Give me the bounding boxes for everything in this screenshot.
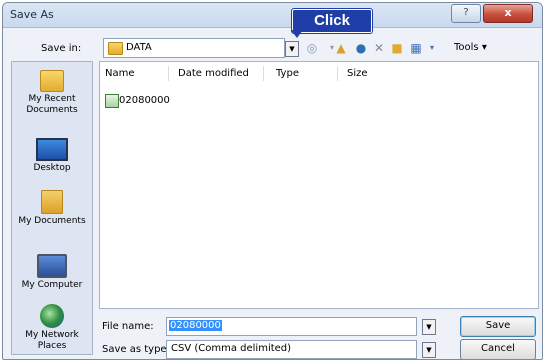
place-desktop[interactable]: Desktop — [12, 138, 92, 174]
file-name-text: 02080000 — [119, 95, 170, 106]
up-folder-icon[interactable]: ▲ — [334, 41, 348, 55]
save-button[interactable]: Save — [460, 316, 536, 337]
tools-menu-button[interactable]: Tools ▾ — [454, 42, 487, 53]
file-name-input[interactable]: 02080000 — [166, 317, 417, 336]
my-documents-icon — [41, 190, 63, 214]
column-header-name[interactable]: Name — [105, 68, 135, 79]
file-name-value: 02080000 — [169, 320, 222, 331]
tools-label: Tools — [454, 42, 479, 53]
file-list[interactable]: Name Date modified Type Size 02080000 — [99, 61, 539, 309]
column-header-size[interactable]: Size — [347, 68, 368, 79]
column-divider[interactable] — [337, 66, 338, 81]
dialog-title: Save As — [10, 8, 54, 21]
views-icon[interactable]: ▦ — [409, 41, 423, 55]
place-my-network-places[interactable]: My Network Places — [12, 304, 92, 352]
chevron-down-icon: ▾ — [481, 42, 487, 53]
save-in-label: Save in: — [41, 43, 82, 54]
file-name-dropdown-arrow[interactable]: ▼ — [422, 319, 436, 335]
place-label: My Network Places — [25, 330, 79, 351]
save-in-dropdown-arrow[interactable]: ▼ — [285, 41, 299, 57]
place-label: My Recent Documents — [26, 94, 78, 115]
place-my-recent-documents[interactable]: My Recent Documents — [12, 70, 92, 116]
save-in-combobox[interactable]: DATA — [103, 38, 285, 58]
file-name-label: File name: — [102, 321, 154, 332]
help-button[interactable]: ? — [451, 4, 481, 23]
place-label: My Computer — [21, 280, 83, 290]
column-divider[interactable] — [168, 66, 169, 81]
network-globe-icon — [40, 304, 64, 328]
place-my-documents[interactable]: My Documents — [12, 190, 92, 227]
save-in-value: DATA — [126, 42, 152, 53]
click-callout: Click — [292, 9, 372, 33]
cancel-button[interactable]: Cancel — [460, 339, 536, 359]
new-folder-icon[interactable]: ■ — [390, 41, 404, 55]
views-dropdown-icon[interactable]: ▾ — [425, 41, 439, 55]
save-as-type-select[interactable]: CSV (Comma delimited) — [166, 340, 417, 359]
place-label: My Documents — [18, 216, 86, 226]
recent-documents-icon — [40, 70, 64, 92]
place-my-computer[interactable]: My Computer — [12, 254, 92, 291]
places-bar: My Recent Documents Desktop My Documents… — [11, 61, 93, 355]
csv-file-icon — [105, 94, 119, 108]
close-button[interactable]: x — [483, 4, 533, 23]
place-label: Desktop — [33, 163, 71, 173]
save-as-type-value: CSV (Comma delimited) — [171, 343, 292, 354]
back-icon[interactable]: ◎ — [305, 41, 319, 55]
search-web-icon[interactable]: ● — [354, 41, 368, 55]
callout-label: Click — [314, 12, 350, 29]
save-as-dialog: Save As ? x Save in: DATA ▼ ◎ ▾ ▲ ● ✕ ■ … — [2, 2, 543, 360]
title-bar: Save As ? x — [3, 3, 542, 28]
desktop-icon — [36, 138, 68, 161]
save-as-type-label: Save as type: — [102, 344, 170, 355]
folder-icon — [108, 42, 123, 55]
save-as-type-dropdown-arrow[interactable]: ▼ — [422, 342, 436, 358]
delete-icon[interactable]: ✕ — [372, 41, 386, 55]
column-divider[interactable] — [263, 66, 264, 81]
column-header-date-modified[interactable]: Date modified — [178, 68, 249, 79]
column-header-type[interactable]: Type — [276, 68, 299, 79]
callout-pointer — [291, 30, 303, 38]
computer-icon — [37, 254, 67, 278]
